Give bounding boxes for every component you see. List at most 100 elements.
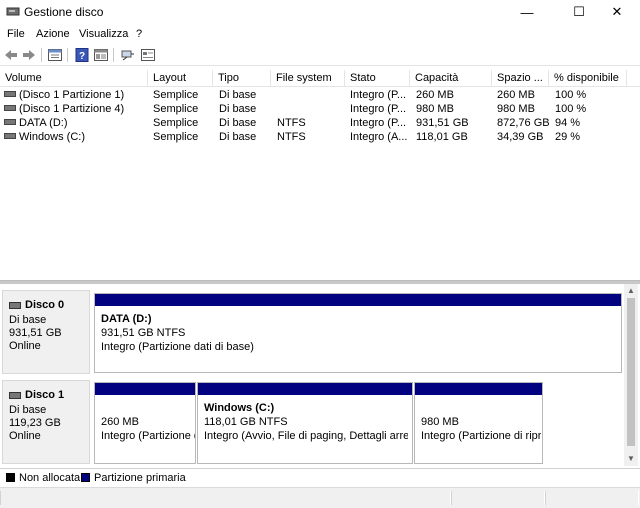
- cell-layout: Semplice: [153, 117, 199, 129]
- cell-file-system: NTFS: [277, 131, 306, 143]
- vertical-scrollbar[interactable]: ▲ ▼: [624, 284, 638, 466]
- legend-primary-swatch: [81, 473, 90, 482]
- status-segment: [545, 491, 639, 505]
- menu-help[interactable]: ?: [136, 28, 142, 40]
- partition-size: 118,01 GB NTFS: [204, 416, 288, 428]
- column-layout[interactable]: Layout: [148, 70, 213, 87]
- cell-file-system: [277, 88, 345, 102]
- disk-0-size: 931,51 GB: [9, 327, 62, 339]
- back-icon[interactable]: [3, 47, 19, 63]
- console-icon[interactable]: [140, 47, 156, 63]
- menu-visualizza[interactable]: Visualizza: [79, 28, 128, 40]
- column-stato[interactable]: Stato: [345, 70, 410, 87]
- legend-primary-label: Partizione primaria: [94, 472, 186, 484]
- legend-unallocated-label: Non allocata: [19, 472, 81, 484]
- forward-icon[interactable]: [21, 47, 37, 63]
- partition-windows-c[interactable]: Windows (C:) 118,01 GB NTFS Integro (Avv…: [197, 382, 413, 464]
- volume-list: Volume Layout Tipo File system Stato Cap…: [0, 70, 640, 278]
- table-row[interactable]: DATA (D:) Semplice Di base NTFS Integro …: [0, 116, 640, 130]
- table-row[interactable]: (Disco 1 Partizione 1) Semplice Di base …: [0, 88, 640, 102]
- cell-volume: (Disco 1 Partizione 4): [4, 102, 148, 116]
- partition-size: 931,51 GB NTFS: [101, 327, 186, 339]
- toolbar-separator: [113, 48, 114, 62]
- properties-icon[interactable]: [47, 47, 63, 63]
- title-bar: Gestione disco — ☐ ✕: [0, 0, 640, 24]
- minimize-button[interactable]: —: [504, 0, 550, 24]
- cell-layout: Semplice: [153, 89, 199, 101]
- disk-0-type: Di base: [9, 314, 47, 326]
- cell-layout: Semplice: [153, 103, 199, 115]
- scroll-down-icon[interactable]: ▼: [627, 454, 635, 463]
- partition-size: 260 MB: [101, 416, 139, 428]
- cell-file-system: NTFS: [277, 117, 306, 129]
- status-segment: [0, 491, 451, 505]
- cell-tipo: Di base: [219, 117, 257, 129]
- cell-volume: Windows (C:): [4, 130, 148, 144]
- disk-view-icon[interactable]: [93, 47, 109, 63]
- cell-percent: 94 %: [555, 117, 581, 129]
- disk-1-info[interactable]: Disco 1 Di base 119,23 GB Online: [2, 380, 90, 464]
- partition-title: Windows (C:): [204, 402, 275, 414]
- menu-azione[interactable]: Azione: [36, 28, 70, 40]
- volume-icon: [4, 119, 16, 126]
- volume-icon: [4, 91, 16, 98]
- cell-volume: DATA (D:): [4, 116, 148, 130]
- toolbar-separator: [67, 48, 68, 62]
- close-button[interactable]: ✕: [594, 0, 640, 24]
- cell-capacita: 260 MB: [416, 89, 454, 101]
- partition-title: DATA (D:): [101, 313, 152, 325]
- status-bar: [0, 487, 640, 508]
- partition-size: 980 MB: [421, 416, 459, 428]
- window-title: Gestione disco: [24, 5, 104, 19]
- disk-0-status: Online: [9, 340, 41, 352]
- disk-1-status: Online: [9, 430, 41, 442]
- menu-bar: File Azione Visualizza ?: [0, 26, 640, 44]
- column-spazio[interactable]: Spazio ...: [492, 70, 549, 87]
- column-tipo[interactable]: Tipo: [213, 70, 271, 87]
- legend: Non allocata Partizione primaria: [0, 468, 640, 486]
- disk-icon: [9, 392, 21, 399]
- cell-capacita: 118,01 GB: [416, 131, 468, 143]
- cell-stato: Integro (P...: [350, 117, 407, 129]
- cell-spazio: 34,39 GB: [497, 131, 544, 143]
- menu-file[interactable]: File: [7, 28, 25, 40]
- connect-icon[interactable]: [120, 47, 136, 63]
- svg-text:?: ?: [79, 51, 85, 62]
- toolbar: ?: [0, 44, 640, 66]
- cell-percent: 100 %: [555, 103, 587, 115]
- column-capacita[interactable]: Capacità: [410, 70, 492, 87]
- partition-bar: [95, 383, 195, 395]
- disk-management-icon: [6, 7, 20, 16]
- column-percent-available[interactable]: % disponibile: [549, 70, 627, 87]
- partition-data-d[interactable]: DATA (D:) 931,51 GB NTFS Integro (Partiz…: [94, 293, 622, 373]
- table-row[interactable]: Windows (C:) Semplice Di base NTFS Integ…: [0, 130, 640, 144]
- volume-icon: [4, 105, 16, 112]
- status-segment: [451, 491, 545, 505]
- column-volume[interactable]: Volume: [0, 70, 148, 87]
- cell-capacita: 980 MB: [416, 103, 454, 115]
- scroll-up-icon[interactable]: ▲: [627, 286, 635, 295]
- help-icon[interactable]: ?: [74, 47, 90, 63]
- cell-spazio: 980 MB: [497, 103, 535, 115]
- disk-0-title: Disco 0: [9, 299, 89, 312]
- cell-percent: 29 %: [555, 131, 581, 143]
- partition-bar: [95, 294, 621, 306]
- scroll-thumb[interactable]: [627, 298, 635, 446]
- partition-disk1-p4[interactable]: 980 MB Integro (Partizione di ripri: [414, 382, 543, 464]
- disk-1-size: 119,23 GB: [9, 417, 61, 429]
- cell-file-system: [277, 102, 345, 116]
- partition-status: Integro (Partizione d: [101, 430, 195, 442]
- partition-status: Integro (Partizione di ripri: [421, 430, 541, 442]
- table-row[interactable]: (Disco 1 Partizione 4) Semplice Di base …: [0, 102, 640, 116]
- cell-tipo: Di base: [219, 89, 257, 101]
- disk-icon: [9, 302, 21, 309]
- cell-layout: Semplice: [153, 131, 199, 143]
- volume-icon: [4, 133, 16, 140]
- column-file-system[interactable]: File system: [271, 70, 345, 87]
- disk-0-info[interactable]: Disco 0 Di base 931,51 GB Online: [2, 290, 90, 374]
- disk-1-title: Disco 1: [9, 389, 89, 402]
- legend-unallocated-swatch: [6, 473, 15, 482]
- cell-spazio: 872,76 GB: [497, 117, 549, 129]
- partition-disk1-p1[interactable]: 260 MB Integro (Partizione d: [94, 382, 196, 464]
- table-header: Volume Layout Tipo File system Stato Cap…: [0, 70, 640, 87]
